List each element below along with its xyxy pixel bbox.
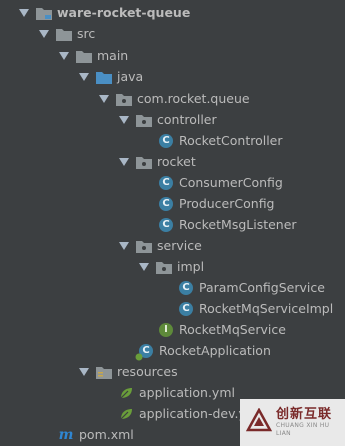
tree-row-src[interactable]: src (0, 23, 345, 44)
tree-row-controller[interactable]: controller (0, 109, 345, 130)
expand-arrow-icon[interactable] (98, 93, 110, 105)
class-icon: C (158, 133, 174, 149)
tree-row-package[interactable]: com.rocket.queue (0, 88, 345, 109)
folder-label: main (97, 48, 129, 63)
expand-arrow-icon[interactable] (58, 50, 70, 62)
package-icon (136, 154, 152, 170)
expand-arrow-icon[interactable] (78, 71, 90, 83)
watermark: 创新互联 CHUANG XIN HU LIAN (240, 399, 345, 446)
expand-arrow-icon[interactable] (38, 28, 50, 40)
tree-row-rocket-controller[interactable]: C RocketController (0, 130, 345, 151)
file-label: ConsumerConfig (179, 175, 283, 190)
file-label: ParamConfigService (199, 280, 325, 295)
file-label: RocketMqServiceImpl (199, 301, 334, 316)
package-icon (116, 91, 132, 107)
expand-arrow-icon[interactable] (118, 114, 130, 126)
package-label: controller (157, 112, 217, 127)
package-icon (156, 259, 172, 275)
file-label: RocketController (179, 133, 283, 148)
file-label: RocketApplication (159, 343, 271, 358)
file-label: ProducerConfig (179, 196, 275, 211)
project-name: ware-rocket-queue (57, 5, 191, 20)
tree-row-rocket-application[interactable]: C RocketApplication (0, 340, 345, 361)
file-label: RocketMqService (179, 322, 286, 337)
maven-icon: m (58, 426, 74, 443)
interface-icon: I (158, 322, 174, 338)
expand-arrow-icon[interactable] (18, 7, 30, 19)
package-icon (136, 238, 152, 254)
package-label: rocket (157, 154, 196, 169)
watermark-text: 创新互联 CHUANG XIN HU LIAN (276, 407, 345, 438)
package-label: service (157, 238, 202, 253)
watermark-logo-icon (245, 407, 273, 437)
class-icon: C (178, 301, 194, 317)
tree-row-resources[interactable]: resources (0, 361, 345, 382)
tree-row-consumer-config[interactable]: C ConsumerConfig (0, 172, 345, 193)
class-icon: C (158, 196, 174, 212)
folder-label: java (117, 69, 144, 84)
module-folder-icon (36, 5, 52, 21)
folder-icon (76, 48, 92, 64)
tree-row-project[interactable]: ware-rocket-queue (0, 2, 345, 23)
class-icon: C (178, 280, 194, 296)
watermark-en: CHUANG XIN HU LIAN (276, 422, 330, 437)
expand-arrow-icon[interactable] (118, 240, 130, 252)
spring-leaf-icon (118, 385, 134, 401)
spring-boot-class-icon: C (135, 343, 154, 360)
folder-label: src (77, 26, 96, 41)
resources-folder-icon (96, 364, 112, 380)
tree-row-rocket-mq-service[interactable]: I RocketMqService (0, 319, 345, 340)
tree-row-service[interactable]: service (0, 235, 345, 256)
file-label: pom.xml (79, 427, 134, 442)
tree-row-java[interactable]: java (0, 66, 345, 87)
spring-leaf-icon (118, 406, 134, 422)
tree-row-rocket-msg-listener[interactable]: C RocketMsgListener (0, 214, 345, 235)
expand-arrow-icon[interactable] (78, 366, 90, 378)
file-label: application.yml (139, 385, 235, 400)
expand-arrow-icon[interactable] (118, 156, 130, 168)
tree-row-producer-config[interactable]: C ProducerConfig (0, 193, 345, 214)
package-icon (136, 112, 152, 128)
tree-row-rocket-mq-service-impl[interactable]: C RocketMqServiceImpl (0, 298, 345, 319)
class-icon: C (158, 217, 174, 233)
file-label: RocketMsgListener (179, 217, 297, 232)
watermark-cn: 创新互联 (276, 407, 333, 422)
package-label: com.rocket.queue (137, 91, 250, 106)
folder-icon (56, 26, 72, 42)
class-icon: C (158, 175, 174, 191)
source-folder-icon (96, 69, 112, 85)
tree-row-main[interactable]: main (0, 45, 345, 66)
tree-row-param-config-service[interactable]: C ParamConfigService (0, 277, 345, 298)
tree-row-impl[interactable]: impl (0, 256, 345, 277)
folder-label: resources (117, 364, 178, 379)
expand-arrow-icon[interactable] (138, 261, 150, 273)
tree-row-rocket[interactable]: rocket (0, 151, 345, 172)
package-label: impl (177, 259, 205, 274)
